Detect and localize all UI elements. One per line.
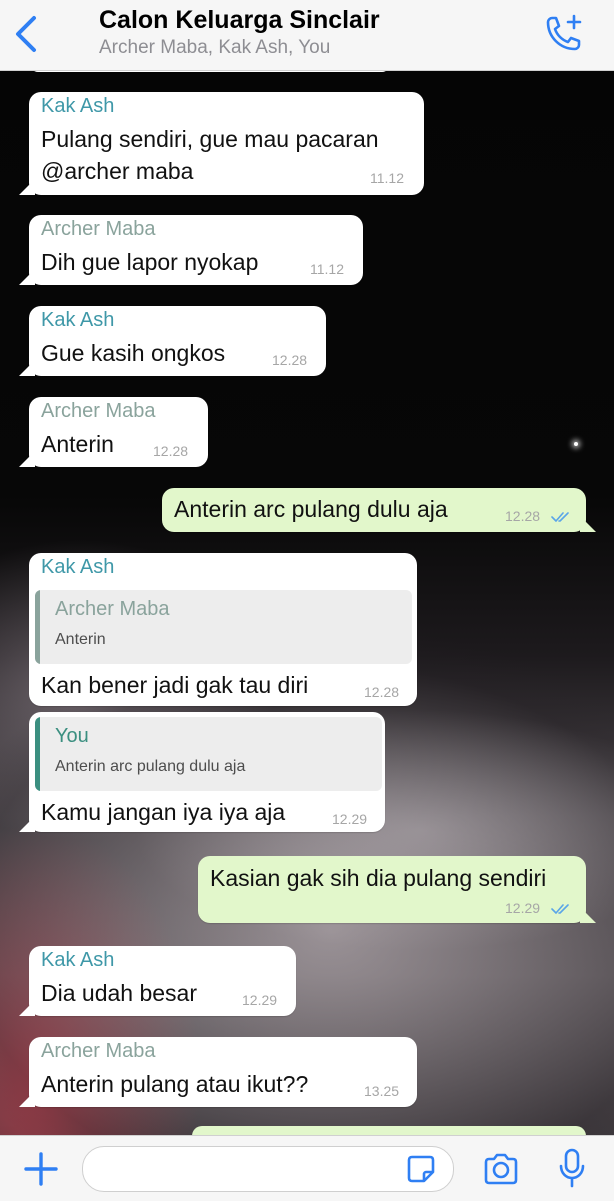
quoted-sender: Archer Maba: [55, 598, 170, 620]
bubble-tail: [19, 360, 35, 376]
message-text: Dia udah besar: [41, 980, 197, 1006]
bubble-tail: [19, 179, 35, 195]
sender-name[interactable]: Archer Maba: [41, 400, 156, 423]
chat-participants[interactable]: Archer Maba, Kak Ash, You: [99, 37, 330, 59]
bubble-tail: [580, 907, 596, 923]
camera-icon[interactable]: [482, 1152, 520, 1186]
message-bubble[interactable]: Archer Maba Anterin 12.28: [19, 397, 208, 467]
message-text: Pulang sendiri, gue mau pacaran: [41, 126, 379, 152]
microphone-icon[interactable]: [558, 1148, 586, 1188]
bubble-tail: [19, 816, 35, 832]
quoted-message[interactable]: Archer Maba Anterin: [35, 590, 412, 664]
message-bubble[interactable]: Archer Maba Anterin pulang atau ikut?? 1…: [19, 1037, 417, 1107]
message-input[interactable]: [82, 1146, 454, 1192]
message-text: Gue kasih ongkos: [41, 340, 226, 366]
quote-bar: [35, 717, 40, 791]
chat-title[interactable]: Calon Keluarga Sinclair: [99, 6, 380, 35]
bubble-tail: [19, 1091, 35, 1107]
sender-name[interactable]: Archer Maba: [41, 218, 156, 241]
message-text: Anterin: [41, 431, 114, 457]
quoted-sender: You: [55, 725, 89, 747]
quoted-text: Anterin arc pulang dulu aja: [55, 758, 246, 775]
message-time: 13.25: [364, 1083, 400, 1099]
message-time: 12.29: [242, 992, 278, 1008]
message-bubble[interactable]: Archer Maba Dih gue lapor nyokap 11.12: [19, 215, 363, 285]
message-time: 12.28: [272, 352, 308, 368]
double-check-icon: [551, 512, 569, 522]
quoted-message[interactable]: You Anterin arc pulang dulu aja: [35, 717, 382, 791]
message-bubble[interactable]: Kasian gak sih dia pulang sendiri 12.29: [198, 856, 596, 923]
message-text: Dih gue lapor nyokap: [41, 249, 259, 275]
sender-name[interactable]: Kak Ash: [41, 95, 114, 118]
chat-header: Calon Keluarga Sinclair Archer Maba, Kak…: [0, 0, 614, 71]
message-bubble[interactable]: Kak Ash Gue kasih ongkos 12.28: [19, 306, 326, 376]
message-text: Kamu jangan iya iya aja: [41, 799, 286, 825]
sender-name[interactable]: Kak Ash: [41, 949, 114, 972]
message-text: @archer maba: [41, 158, 194, 184]
chevron-left-icon[interactable]: [8, 12, 44, 56]
sticker-icon[interactable]: [406, 1154, 436, 1184]
sender-name[interactable]: Kak Ash: [41, 309, 114, 332]
message-time: 12.28: [505, 508, 541, 524]
composer-bar: [0, 1135, 614, 1201]
bubble-tail: [19, 269, 35, 285]
phone-plus-icon[interactable]: [540, 12, 586, 58]
plus-icon[interactable]: [22, 1150, 60, 1188]
bubble-tail: [580, 516, 596, 532]
double-check-icon: [551, 904, 569, 914]
message-time: 12.28: [153, 443, 189, 459]
message-time: 12.29: [505, 900, 541, 916]
sender-name[interactable]: Kak Ash: [41, 556, 114, 579]
message-bubble[interactable]: You Anterin arc pulang dulu aja Kamu jan…: [19, 712, 385, 832]
sender-name[interactable]: Archer Maba: [41, 1040, 156, 1063]
message-bubble[interactable]: Anterin arc pulang dulu aja 12.28: [162, 488, 596, 532]
message-bubble[interactable]: Kak Ash Pulang sendiri, gue mau pacaran …: [19, 92, 424, 195]
message-time: 11.12: [310, 261, 344, 277]
message-time: 12.28: [364, 684, 400, 700]
message-text: Anterin pulang atau ikut??: [41, 1071, 309, 1097]
quote-bar: [35, 590, 40, 664]
message-text: Kan bener jadi gak tau diri: [41, 672, 309, 698]
message-bubble[interactable]: Kak Ash Dia udah besar 12.29: [19, 946, 296, 1016]
quoted-text: Anterin: [55, 631, 106, 648]
bubble-tail: [19, 1000, 35, 1016]
message-text: Anterin arc pulang dulu aja: [174, 496, 448, 522]
message-bubble[interactable]: Kak Ash Archer Maba Anterin Kan bener ja…: [29, 553, 417, 706]
bubble-tail: [19, 451, 35, 467]
wallpaper-sparkle: [574, 442, 578, 446]
message-text: Kasian gak sih dia pulang sendiri: [210, 865, 547, 891]
message-time: 11.12: [370, 170, 404, 186]
message-time: 12.29: [332, 811, 368, 827]
